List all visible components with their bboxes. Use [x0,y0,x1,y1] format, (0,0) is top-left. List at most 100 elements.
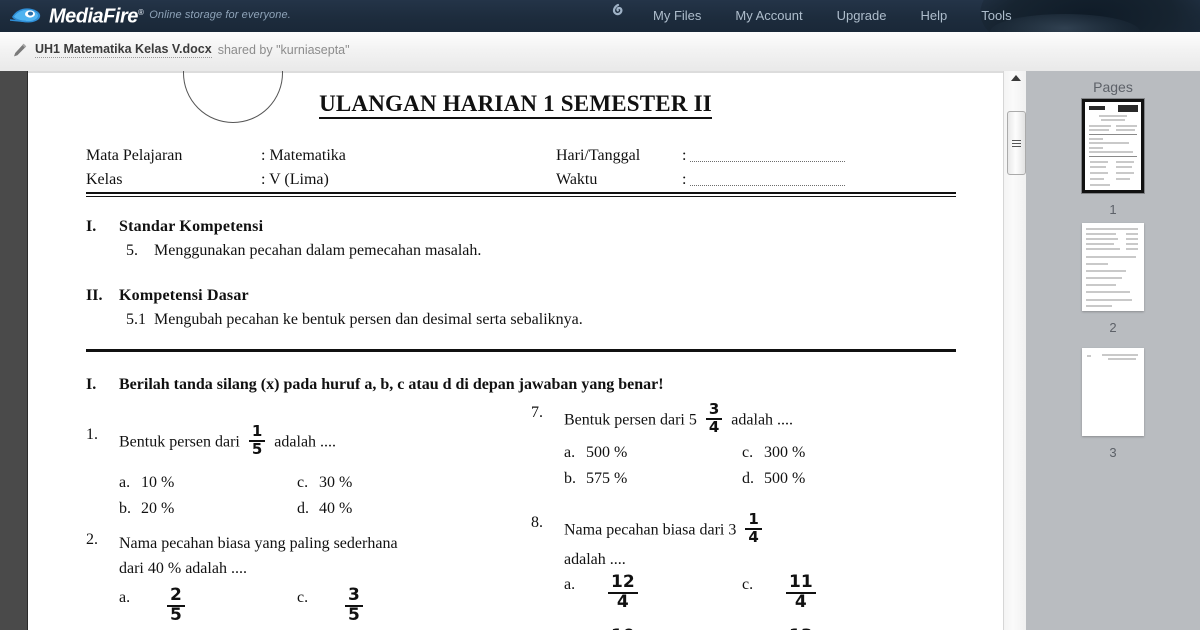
option-text: 300 % [764,444,806,461]
question-options: a. 12 4 b. 10 4 [564,572,920,630]
question-line-2: dari 40 % adalah .... [119,560,247,577]
page-thumbnail-item[interactable]: 1 [1026,99,1200,217]
option-b[interactable]: b. 575 % [564,466,742,492]
instruction-roman: I. [86,376,97,393]
fraction-numerator: 1 [251,422,263,440]
option-text: 10 % [141,474,175,491]
option-d[interactable]: d. 40 % [297,496,475,522]
option-c[interactable]: c. 30 % [297,470,475,496]
question-text: Bentuk persen dari 5 3 4 adalah .... [564,401,793,438]
option-a[interactable]: a. 10 % [119,470,297,496]
section-heading: Standar Kompetensi [119,218,264,235]
fraction: 1 4 [745,510,762,546]
document-page[interactable]: ULANGAN HARIAN 1 SEMESTER II Mata Pelaja… [28,71,1003,630]
page-thumbnail-number: 3 [1109,445,1117,460]
page-thumbnail-item[interactable]: 3 [1026,348,1200,460]
document-scrollbar[interactable] [1003,71,1028,630]
meta-blank-line [690,184,846,186]
triangle-up-icon[interactable] [1010,75,1021,81]
instruction-line: I. Berilah tanda silang (x) pada huruf a,… [86,376,664,394]
registered-mark: ® [137,8,144,18]
mediafire-document-viewer: MediaFire® Online storage for everyone. … [0,0,1200,630]
meta-row: Kelas : V (Lima) [86,165,556,189]
question-number: 7. [531,404,543,421]
fraction-denominator: 5 [167,604,185,625]
scrollbar-thumb[interactable] [1007,111,1026,175]
document-content: ULANGAN HARIAN 1 SEMESTER II Mata Pelaja… [28,71,1003,630]
section-heading: Kompetensi Dasar [119,287,249,304]
fraction-denominator: 5 [345,604,363,625]
section-body-text: Menggunakan pecahan dalam pemecahan masa… [154,242,482,259]
fraction-numerator: 2 [170,585,182,605]
section-divider [86,349,956,352]
option-text: 500 % [586,444,628,461]
page-thumbnail-2[interactable] [1082,223,1144,311]
page-thumbnail-3[interactable] [1082,348,1144,436]
nav-link-my-account[interactable]: My Account [718,0,819,32]
nav-link-my-files[interactable]: My Files [636,0,718,32]
section-body: 5. Menggunakan pecahan dalam pemecahan ma… [126,242,481,260]
section-roman: II. [86,287,103,304]
fraction: 3 4 [705,401,723,436]
meta-row: Waktu : [556,165,956,189]
fraction: 1 5 [248,422,266,458]
question-text-before: Bentuk persen dari 5 [564,411,697,429]
shared-by-label: shared by "kurniasepta" [217,43,350,57]
nav-link-tools[interactable]: Tools [964,0,1028,32]
fraction-numerator: 11 [789,572,813,592]
option-letter: c. [297,474,309,491]
option-column-right: c. 30 % d. 40 % [297,470,475,522]
fraction-denominator: 4 [786,591,816,612]
question-options: a. 500 % b. 575 % c. 300 % d. 500 % [564,440,920,492]
mediafire-logo[interactable]: MediaFire® Online storage for everyone. [9,1,291,29]
nav-link-upgrade[interactable]: Upgrade [820,0,904,32]
option-b[interactable]: b. 20 % [119,496,297,522]
phone-icon[interactable] [612,3,634,27]
filename-label[interactable]: UH1 Matematika Kelas V.docx [35,42,212,58]
option-c[interactable]: c. 3 5 [297,585,475,630]
page-thumbnail-item[interactable]: 2 [1026,223,1200,335]
nav-link-help[interactable]: Help [903,0,964,32]
top-nav-links: My Files My Account Upgrade Help Tools [636,0,1029,32]
question-options: a. 2 5 b. 1 4 [119,585,475,630]
mediafire-tagline: Online storage for everyone. [149,9,291,21]
question-text: Bentuk persen dari 1 5 adalah .... [119,422,337,460]
document-title: ULANGAN HARIAN 1 SEMESTER II [28,91,1003,119]
page-thumbnail-1[interactable] [1082,99,1144,193]
document-meta-left: Mata Pelajaran : Matematika Kelas : V (L… [86,141,556,189]
fraction-numerator: 12 [611,572,635,592]
option-column-right: c. 11 4 d. 13 4 [742,572,920,630]
fraction-numerator: 3 [348,585,360,605]
page-thumbnail-number: 1 [1109,202,1117,217]
mediafire-flame-icon [9,4,44,26]
option-letter: d. [742,470,754,487]
option-c[interactable]: c. 11 4 [742,572,920,630]
fraction: 3 5 [345,585,363,625]
document-meta-right: Hari/Tanggal : Waktu : [556,141,956,189]
fraction-numerator: 1 [748,510,759,528]
pencil-icon[interactable] [12,42,28,58]
option-letter: b. [119,500,131,517]
option-d[interactable]: d. 500 % [742,466,920,492]
question-line-1: Nama pecahan biasa yang paling sederhana [119,535,398,552]
section-body-number: 5.1 [126,311,146,328]
fraction-denominator: 4 [745,527,762,546]
meta-label: Kelas [86,171,123,188]
fraction: 11 4 [786,572,816,612]
option-text: 575 % [586,470,628,487]
question-text-after: adalah .... [274,433,337,451]
option-column-left: a. 2 5 b. 1 4 [119,585,297,630]
fraction-denominator: 4 [608,591,638,612]
option-column-left: a. 500 % b. 575 % [564,440,742,492]
option-a[interactable]: a. 12 4 [564,572,742,630]
option-a[interactable]: a. 2 5 [119,585,297,630]
option-column-right: c. 300 % d. 500 % [742,440,920,492]
section-body-number: 5. [126,242,138,259]
option-c[interactable]: c. 300 % [742,440,920,466]
option-text: 40 % [319,500,353,517]
option-text: 30 % [319,474,353,491]
fraction-denominator: 5 [248,439,266,458]
option-text: 20 % [141,500,175,517]
question-text-before: Bentuk persen dari [119,433,240,451]
option-a[interactable]: a. 500 % [564,440,742,466]
